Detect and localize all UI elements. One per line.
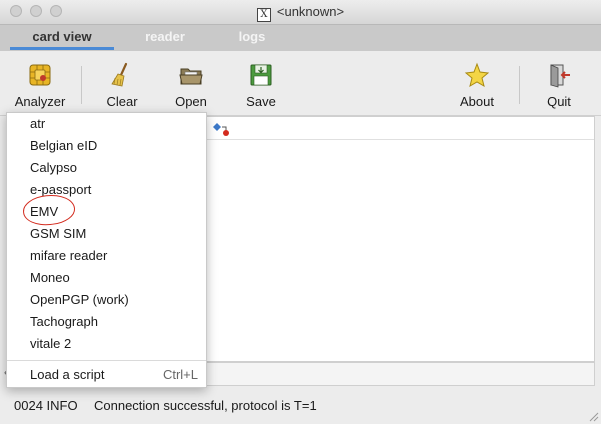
quit-label: Quit <box>547 94 571 109</box>
about-button[interactable]: About <box>445 62 509 109</box>
analyzer-label: Analyzer <box>14 94 66 109</box>
open-button[interactable]: Open <box>159 62 223 109</box>
save-label: Save <box>246 94 276 109</box>
clear-button[interactable]: Clear <box>90 62 154 109</box>
quit-button[interactable]: Quit <box>527 62 591 109</box>
menu-item-belgian-eid[interactable]: Belgian eID <box>7 135 206 157</box>
menu-item-openpgp[interactable]: OpenPGP (work) <box>7 289 206 311</box>
star-icon <box>464 62 490 88</box>
analyzer-dropdown-menu: atr Belgian eID Calypso e-passport EMV G… <box>6 112 207 388</box>
card-node-icon[interactable] <box>213 121 231 137</box>
menu-item-tachograph[interactable]: Tachograph <box>7 311 206 333</box>
status-code: 0024 INFO <box>14 398 78 413</box>
menu-item-gsm-sim[interactable]: GSM SIM <box>7 223 206 245</box>
menu-item-calypso[interactable]: Calypso <box>7 157 206 179</box>
toolbar-separator <box>81 66 82 104</box>
toolbar: Analyzer Clear Open Save About Quit <box>0 52 601 116</box>
window-title-bar: X <unknown> <box>0 0 601 25</box>
folder-open-icon <box>179 68 203 85</box>
status-message: Connection successful, protocol is T=1 <box>94 398 317 413</box>
x11-app-icon: X <box>256 8 271 22</box>
window-title: <unknown> <box>276 4 345 19</box>
menu-item-atr[interactable]: atr <box>7 113 206 135</box>
menu-item-moneo[interactable]: Moneo <box>7 267 206 289</box>
tab-reader[interactable]: reader <box>120 25 210 51</box>
tab-logs[interactable]: logs <box>210 25 294 51</box>
active-tab-indicator <box>10 47 114 50</box>
save-button[interactable]: Save <box>229 62 293 109</box>
analyzer-button[interactable]: Analyzer <box>8 62 72 109</box>
broom-icon <box>111 62 128 87</box>
menu-item-vitale-2[interactable]: vitale 2 <box>7 333 206 355</box>
about-label: About <box>460 94 494 109</box>
smartcard-chip-icon <box>29 64 51 86</box>
resize-grip-icon[interactable] <box>587 410 599 422</box>
status-bar: 0024 INFO Connection successful, protoco… <box>0 392 601 424</box>
menu-separator <box>7 360 206 361</box>
tab-bar: card view reader logs <box>0 25 601 51</box>
load-script-shortcut: Ctrl+L <box>162 367 198 382</box>
clear-label: Clear <box>106 94 138 109</box>
load-script-label: Load a script <box>30 367 105 382</box>
menu-item-load-script[interactable]: Load a script Ctrl+L <box>7 364 206 386</box>
open-label: Open <box>175 94 207 109</box>
toolbar-separator <box>519 66 520 104</box>
exit-door-icon <box>550 64 570 88</box>
menu-item-mifare-reader[interactable]: mifare reader <box>7 245 206 267</box>
save-disk-icon <box>250 64 272 86</box>
